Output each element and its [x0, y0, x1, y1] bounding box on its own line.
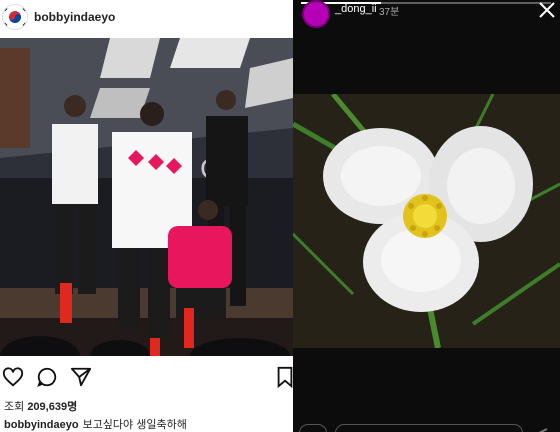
close-icon[interactable] — [537, 0, 557, 20]
post-photo[interactable]: CO — [0, 38, 293, 356]
story-timestamp: 37분 — [379, 7, 400, 18]
korea-flag-icon[interactable] — [2, 4, 28, 30]
camera-button[interactable] — [299, 424, 327, 432]
story-username[interactable]: _dong_ii — [335, 3, 377, 15]
heart-icon[interactable] — [2, 366, 24, 388]
reply-input[interactable] — [335, 424, 523, 432]
caption-username[interactable]: bobbyindaeyo — [4, 419, 79, 431]
avatar[interactable] — [302, 0, 330, 28]
comment-icon[interactable] — [36, 366, 58, 388]
post-username[interactable]: bobbyindaeyo — [34, 10, 115, 24]
caption-text: 보고싶다야 생일축하해 — [82, 419, 187, 431]
view-count: 조회 209,639명 — [4, 398, 77, 414]
story-image[interactable] — [293, 94, 560, 348]
post-caption: bobbyindaeyo 보고싶다야 생일축하해 — [4, 416, 187, 432]
send-message-icon[interactable] — [529, 426, 549, 432]
instagram-story: _dong_ii 37분 — [293, 0, 560, 432]
views-number: 209,639명 — [27, 401, 78, 413]
post-header: bobbyindaeyo — [0, 0, 293, 36]
bookmark-icon[interactable] — [274, 366, 293, 389]
views-label: 조회 — [4, 401, 25, 413]
instagram-post: bobbyindaeyo CO — [0, 0, 293, 432]
send-icon[interactable] — [70, 366, 92, 388]
